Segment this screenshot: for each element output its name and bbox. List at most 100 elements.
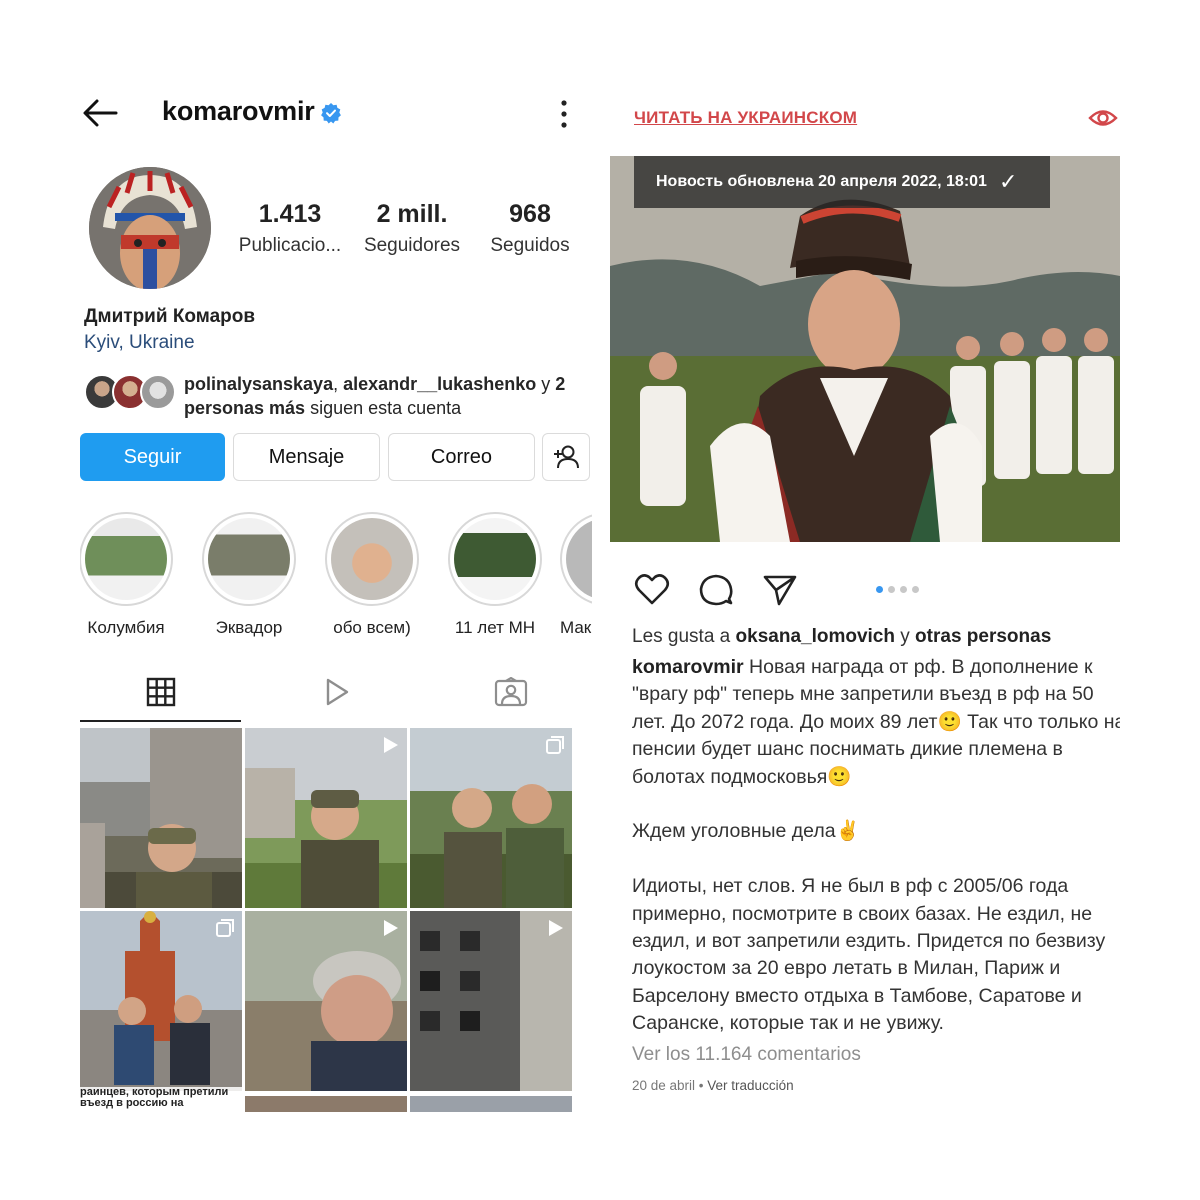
grid-post[interactable]: [80, 728, 242, 908]
highlight-ring: [448, 512, 542, 606]
verified-badge-icon: [321, 103, 341, 124]
followed-sep: ,: [333, 374, 344, 394]
story-highlights: Колумбия Эквадор обо всем) 11 лет МН Мак: [80, 512, 592, 642]
post-photo[interactable]: Новость обновлена 20 апреля 2022, 18:01 …: [610, 156, 1120, 542]
grid-icon: [146, 677, 175, 707]
tagged-icon: [494, 677, 527, 707]
avatar-photo: [89, 167, 211, 289]
followed-user-2[interactable]: alexandr__lukashenko: [343, 374, 536, 394]
likes-summary[interactable]: Les gusta a oksana_lomovich y otras pers…: [632, 626, 1051, 648]
email-button[interactable]: Correo: [388, 433, 535, 481]
profile-full-name: Дмитрий Комаров: [84, 306, 256, 327]
likes-others[interactable]: otras personas: [915, 626, 1051, 647]
eye-icon[interactable]: [1088, 104, 1118, 132]
stat-posts-count: 1.413: [258, 200, 322, 228]
tab-grid[interactable]: [80, 662, 241, 722]
highlight-label: обо всем): [333, 618, 411, 637]
highlight-item[interactable]: обо всем): [322, 512, 422, 638]
highlight-cover: [331, 518, 413, 600]
likes-prefix: Les gusta a: [632, 626, 736, 647]
post-photo-image: [610, 156, 1120, 542]
highlight-item[interactable]: 11 лет МН: [445, 512, 545, 638]
post-caption: komarovmir Новая награда от рф. В дополн…: [632, 654, 1120, 1038]
caption-text: Новая награда от рф. В дополнение к "вра…: [632, 656, 1120, 1035]
carousel-dots: [876, 586, 936, 596]
view-comments-link[interactable]: Ver los 11.164 comentarios: [632, 1044, 861, 1066]
add-user-button[interactable]: [542, 433, 590, 481]
grid-post[interactable]: [245, 1096, 407, 1112]
highlight-cover: [85, 518, 167, 600]
followed-and: y: [536, 374, 556, 394]
grid-post[interactable]: [245, 911, 407, 1091]
highlight-label: 11 лет МН: [454, 618, 536, 637]
post-actions: [634, 572, 1114, 612]
caption-username[interactable]: komarovmir: [632, 656, 744, 678]
more-vertical-icon[interactable]: [554, 98, 574, 130]
grid-post[interactable]: [80, 911, 242, 1091]
likes-mid: y: [894, 626, 916, 647]
stat-following-count: 968: [509, 200, 551, 228]
stat-followers[interactable]: 2 mill. Seguidores: [352, 200, 472, 257]
carousel-badge-icon: [546, 736, 564, 754]
stat-following[interactable]: 968 Seguidos: [470, 200, 590, 257]
profile-stats: 1.413 Publicacio... 2 mill. Seguidores 9…: [230, 200, 580, 260]
read-in-ukrainian-link[interactable]: ЧИТАТЬ НА УКРАИНСКОМ: [634, 108, 857, 128]
profile-screen: komarovmir 1.413 Publicacio... 2 mill. S: [80, 80, 592, 1112]
profile-location[interactable]: Kyiv, Ukraine: [84, 332, 195, 354]
posts-grid: раинцев, которым претили въезд в россию …: [80, 728, 592, 1112]
highlight-ring: [202, 512, 296, 606]
heart-icon[interactable]: [634, 572, 670, 608]
highlight-label: Мак: [560, 618, 592, 637]
highlight-ring: [80, 512, 173, 606]
highlight-item[interactable]: Эквадор: [199, 512, 299, 638]
grid-post[interactable]: [410, 911, 572, 1091]
followed-by-row[interactable]: polinalysanskaya, alexandr__lukashenko y…: [84, 372, 590, 420]
comment-icon[interactable]: [698, 572, 734, 608]
grid-post-image: [80, 728, 242, 908]
carousel-dot-active: [876, 586, 883, 593]
message-button[interactable]: Mensaje: [233, 433, 380, 481]
grid-post[interactable]: [410, 1096, 572, 1112]
profile-username: komarovmir: [162, 96, 315, 126]
profile-tabs: [80, 662, 592, 722]
news-updated-banner: Новость обновлена 20 апреля 2022, 18:01 …: [634, 156, 1050, 208]
likes-user[interactable]: oksana_lomovich: [736, 626, 895, 647]
stat-following-label: Seguidos: [490, 235, 570, 256]
add-person-icon: [554, 445, 579, 469]
grid-post[interactable]: [245, 728, 407, 908]
reels-icon: [326, 678, 348, 706]
carousel-dot: [888, 586, 895, 593]
followed-by-avatars: [84, 374, 180, 410]
follow-button[interactable]: Seguir: [80, 433, 225, 481]
followed-suffix: siguen esta cuenta: [305, 398, 462, 418]
grid-post[interactable]: [410, 728, 572, 908]
reel-badge-icon: [384, 920, 398, 936]
translate-link[interactable]: Ver traducción: [707, 1078, 793, 1093]
carousel-dot: [912, 586, 919, 593]
stat-followers-label: Seguidores: [363, 235, 461, 256]
news-updated-text: Новость обновлена 20 апреля 2022, 18:01: [656, 173, 987, 190]
post-screen: ЧИТАТЬ НА УКРАИНСКОМ Новость обновлена 2…: [610, 90, 1120, 1110]
highlight-cover: [454, 518, 536, 600]
send-icon[interactable]: [762, 572, 798, 608]
post-date: 20 de abril: [632, 1078, 696, 1093]
reel-badge-icon: [384, 737, 398, 753]
stat-posts[interactable]: 1.413 Publicacio...: [230, 200, 350, 257]
carousel-dot: [900, 586, 907, 593]
highlight-ring: [560, 512, 592, 606]
followed-user-1[interactable]: polinalysanskaya: [184, 374, 333, 394]
highlight-item[interactable]: Мак: [560, 512, 592, 638]
carousel-badge-icon: [216, 919, 234, 937]
highlight-item[interactable]: Колумбия: [80, 512, 176, 638]
highlight-label: Колумбия: [87, 618, 165, 637]
reel-badge-icon: [549, 920, 563, 936]
grid-post-caption-fragment: раинцев, которым претили въезд в россию …: [80, 1087, 242, 1109]
meta-separator: •: [695, 1078, 708, 1093]
tab-reels[interactable]: [255, 662, 416, 722]
check-icon: ✓: [998, 169, 1018, 194]
stat-posts-label: Publicacio...: [238, 235, 342, 256]
highlight-ring: [325, 512, 419, 606]
arrow-left-icon[interactable]: [82, 98, 118, 128]
tab-tagged[interactable]: [430, 662, 591, 722]
profile-avatar[interactable]: [89, 167, 211, 289]
